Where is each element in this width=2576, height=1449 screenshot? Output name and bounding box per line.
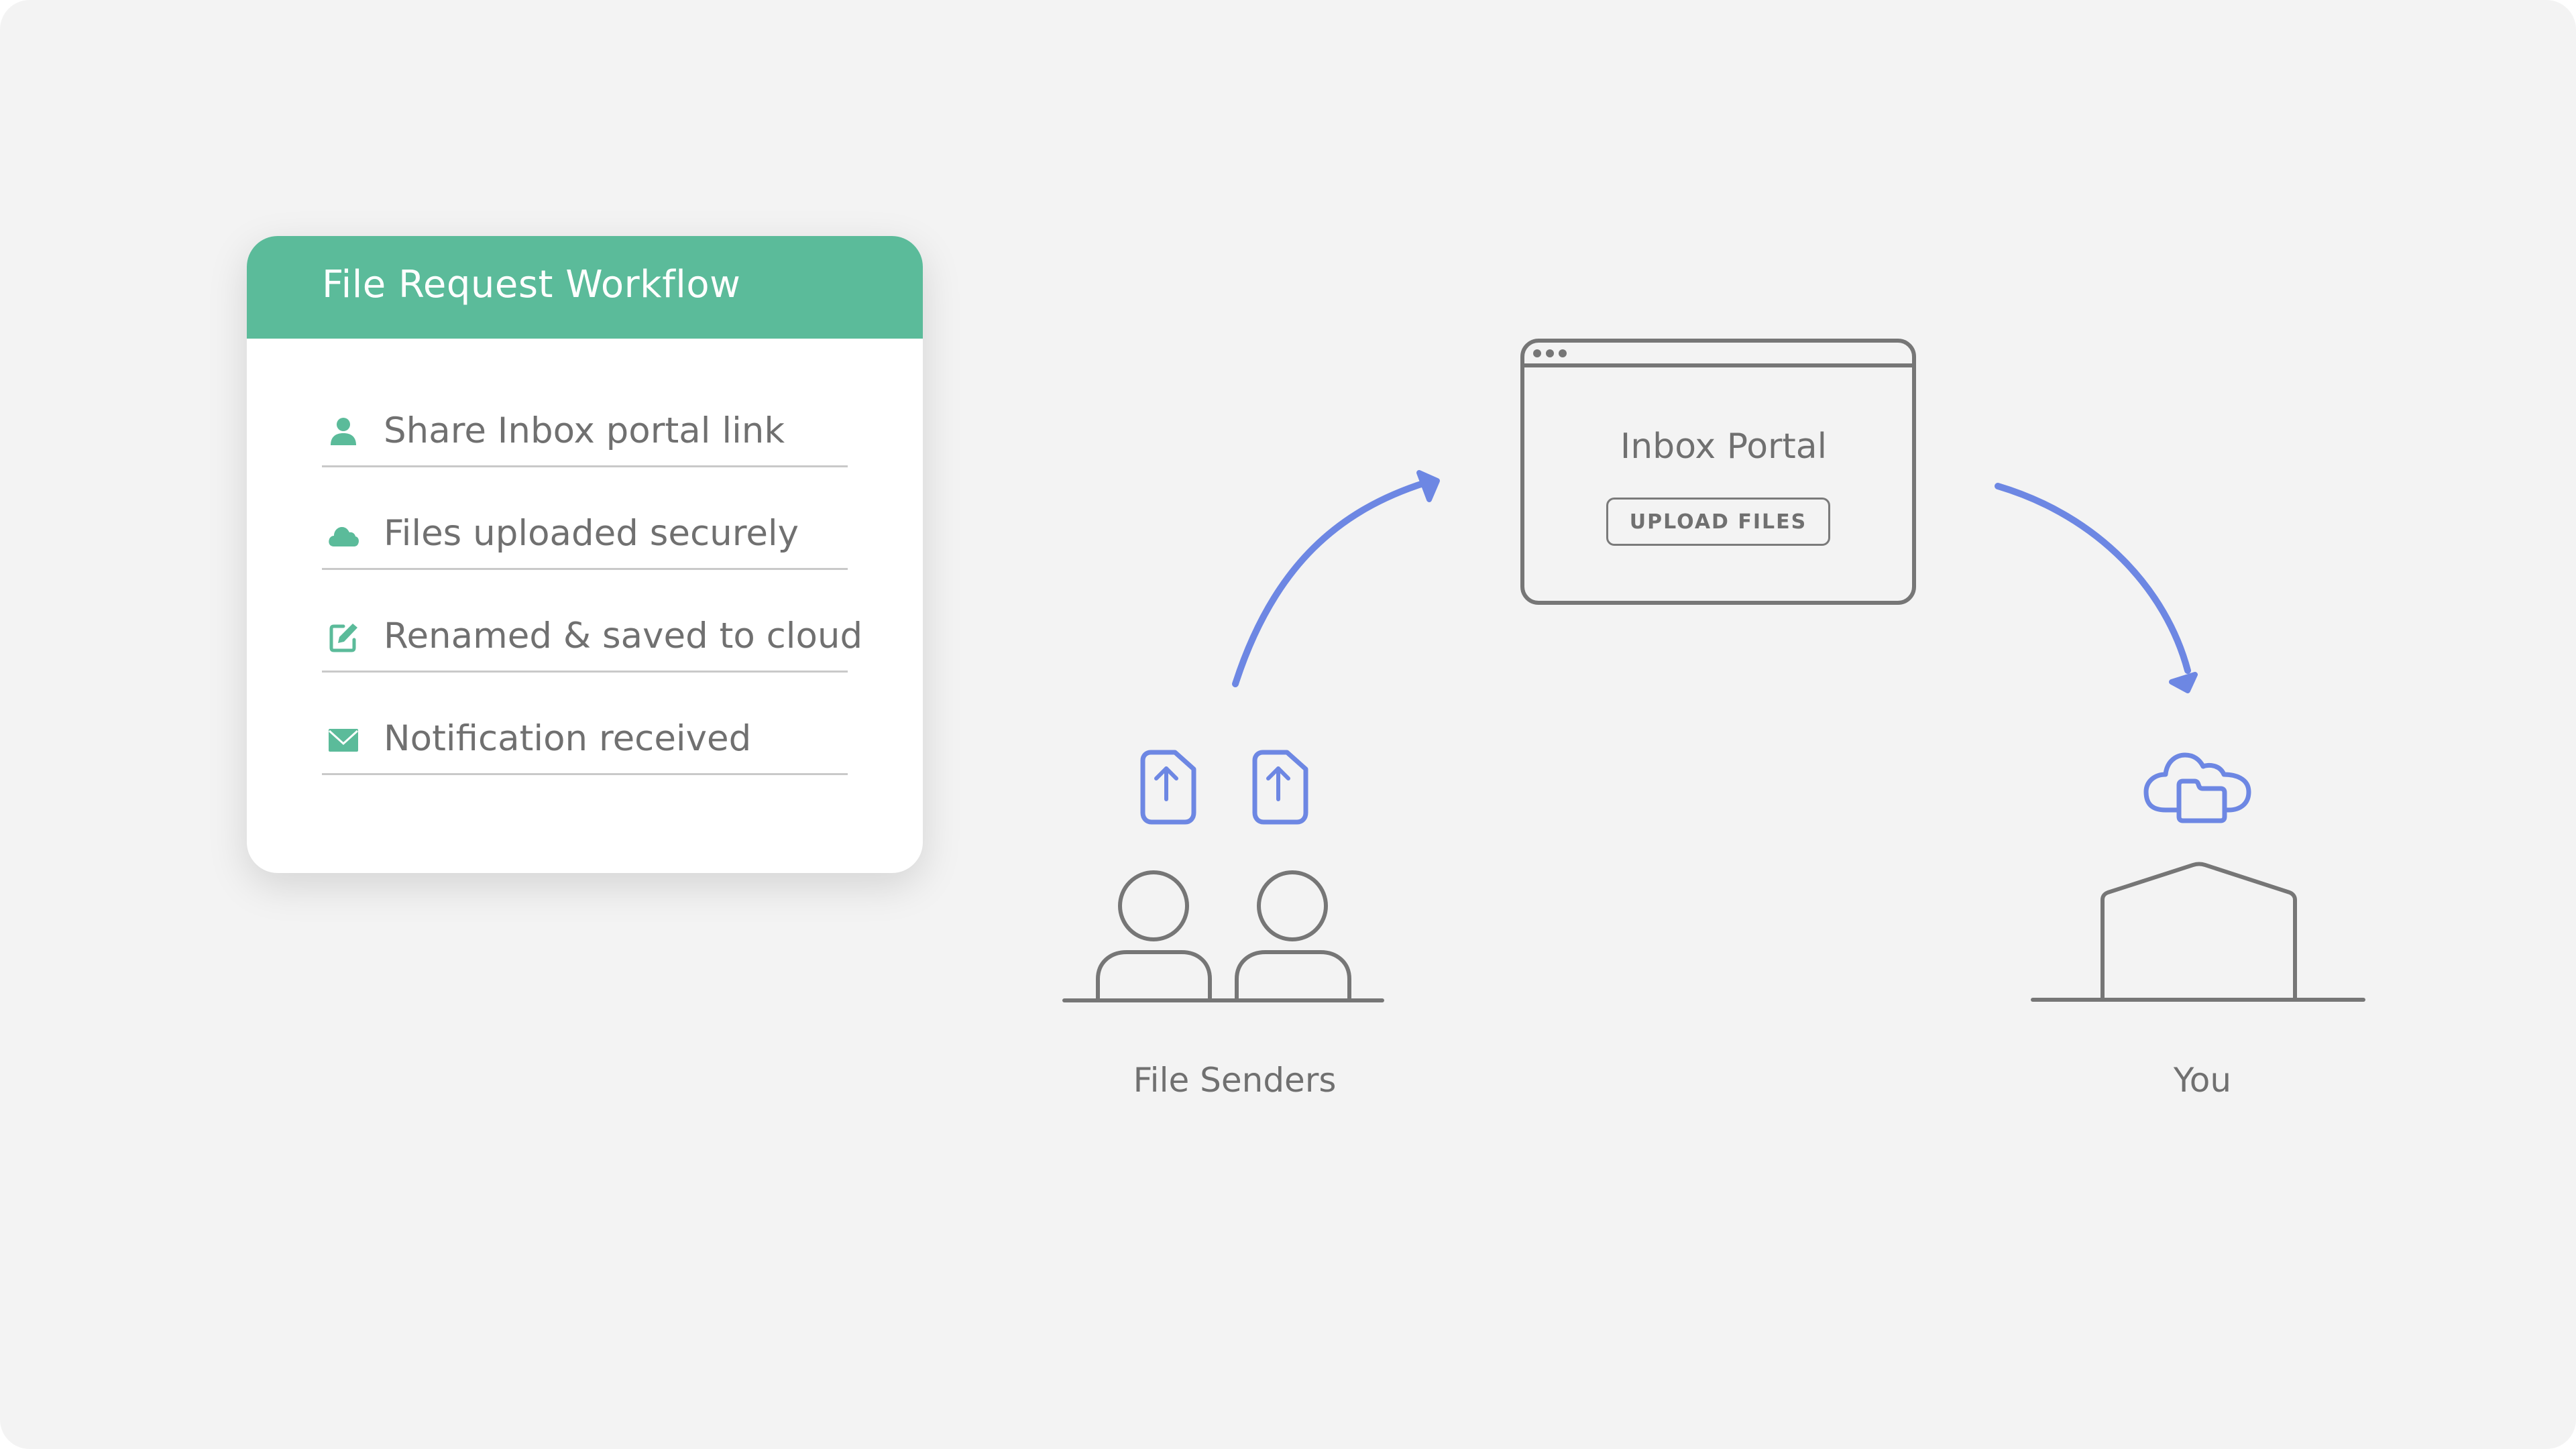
upload-files-button[interactable]: UPLOAD FILES (1606, 498, 1830, 546)
arrow-senders-to-portal (1232, 470, 1440, 687)
file-upload-icon (1252, 750, 1308, 825)
workflow-diagram (1062, 339, 2365, 1002)
window-dot-icon (1559, 349, 1567, 357)
file-senders-people-icon (1062, 870, 1384, 1002)
file-senders-caption: File Senders (1133, 1061, 1337, 1100)
window-dot-icon (1533, 349, 1541, 357)
portal-title: Inbox Portal (1620, 426, 1828, 467)
home-building-icon (2031, 862, 2365, 1002)
arrow-portal-to-you (1995, 483, 2198, 693)
window-dot-icon (1546, 349, 1554, 357)
inbox-portal-window (1520, 339, 1916, 605)
file-upload-icon (1140, 750, 1196, 825)
canvas-background: File Request Workflow Share Inbox portal… (0, 0, 2576, 1449)
cloud-folder-icon (2143, 752, 2251, 823)
you-caption: You (2173, 1061, 2232, 1100)
